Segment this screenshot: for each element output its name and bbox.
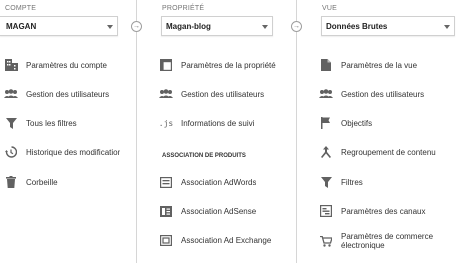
adwords-linking-item[interactable]: Association AdWords [159, 173, 256, 191]
channels-icon [319, 204, 333, 218]
merge-icon [319, 145, 333, 159]
view-settings-label: Paramètres de la vue [341, 60, 418, 70]
property-settings-item[interactable]: Paramètres de la propriété [159, 56, 276, 74]
window-icon [159, 58, 173, 72]
view-column: VUE Données Brutes Paramètres de la vue … [318, 0, 460, 263]
chevron-down-icon [107, 25, 113, 29]
account-settings-label: Paramètres du compte [26, 60, 107, 70]
property-header: PROPRIÉTÉ [162, 5, 205, 12]
users-icon [319, 87, 333, 101]
flag-icon [319, 116, 333, 130]
adexchange-icon [159, 233, 173, 247]
arrow-right-icon: → [131, 21, 142, 32]
all-filters-label: Tous les filtres [26, 118, 77, 128]
column-divider [296, 0, 297, 263]
product-linking-heading: ASSOCIATION DE PRODUITS [162, 153, 246, 159]
content-grouping-item[interactable]: Regroupement de contenu [319, 143, 436, 161]
adwords-linking-label: Association AdWords [181, 177, 257, 187]
change-history-item[interactable]: Historique des modifications [4, 143, 120, 161]
filter-icon [4, 116, 18, 130]
users-icon [4, 87, 18, 101]
channel-settings-label: Paramètres des canaux [341, 206, 426, 216]
property-column: PROPRIÉTÉ Magan-blog Paramètres de la pr… [158, 0, 276, 263]
view-users-label: Gestion des utilisateurs [341, 89, 425, 99]
users-icon [159, 87, 173, 101]
property-users-label: Gestion des utilisateurs [181, 89, 265, 99]
document-icon [319, 58, 333, 72]
account-users-item[interactable]: Gestion des utilisateurs [4, 85, 109, 103]
account-users-label: Gestion des utilisateurs [26, 89, 110, 99]
view-selector[interactable]: Données Brutes [321, 16, 455, 36]
column-divider [136, 0, 137, 263]
account-header: COMPTE [5, 5, 37, 12]
trash-label: Corbeille [26, 177, 58, 187]
cart-icon [319, 234, 333, 248]
view-header: VUE [322, 5, 337, 12]
adsense-linking-label: Association AdSense [181, 206, 257, 216]
view-filters-label: Filtres [341, 177, 363, 187]
history-icon [4, 145, 18, 159]
ecommerce-settings-item[interactable]: Paramètres de commerce électronique [319, 229, 453, 253]
view-users-item[interactable]: Gestion des utilisateurs [319, 85, 424, 103]
goals-item[interactable]: Objectifs [319, 114, 372, 132]
tracking-info-label: Informations de suivi [181, 118, 255, 128]
account-settings-item[interactable]: Paramètres du compte [4, 56, 107, 74]
chevron-down-icon [444, 25, 450, 29]
adsense-icon [159, 204, 173, 218]
all-filters-item[interactable]: Tous les filtres [4, 114, 77, 132]
chevron-down-icon [262, 25, 268, 29]
adwords-icon [159, 175, 173, 189]
channel-settings-item[interactable]: Paramètres des canaux [319, 202, 426, 220]
ecommerce-settings-label: Paramètres de commerce électronique [341, 232, 434, 250]
adexchange-linking-label: Association Ad Exchange [181, 235, 272, 245]
property-selected-value: Magan-blog [166, 22, 211, 31]
account-column: COMPTE MAGAN Paramètres du compte Gestio… [0, 0, 130, 263]
adsense-linking-item[interactable]: Association AdSense [159, 202, 256, 220]
account-selector[interactable]: MAGAN [0, 16, 118, 36]
view-filters-item[interactable]: Filtres [319, 173, 363, 191]
property-selector[interactable]: Magan-blog [161, 16, 273, 36]
account-selected-value: MAGAN [6, 22, 37, 31]
js-icon: .js [158, 118, 174, 128]
trash-icon [4, 175, 18, 189]
adexchange-linking-item[interactable]: Association Ad Exchange [159, 231, 271, 249]
filter-icon [319, 175, 333, 189]
tracking-info-item[interactable]: .js Informations de suivi [158, 114, 255, 132]
view-settings-item[interactable]: Paramètres de la vue [319, 56, 417, 74]
arrow-right-icon: → [291, 21, 302, 32]
view-selected-value: Données Brutes [326, 22, 388, 31]
building-icon [4, 58, 18, 72]
property-settings-label: Paramètres de la propriété [181, 60, 276, 70]
trash-item[interactable]: Corbeille [4, 173, 58, 191]
change-history-label: Historique des modifications [26, 147, 120, 157]
content-grouping-label: Regroupement de contenu [341, 147, 436, 157]
property-users-item[interactable]: Gestion des utilisateurs [159, 85, 264, 103]
goals-label: Objectifs [341, 118, 373, 128]
